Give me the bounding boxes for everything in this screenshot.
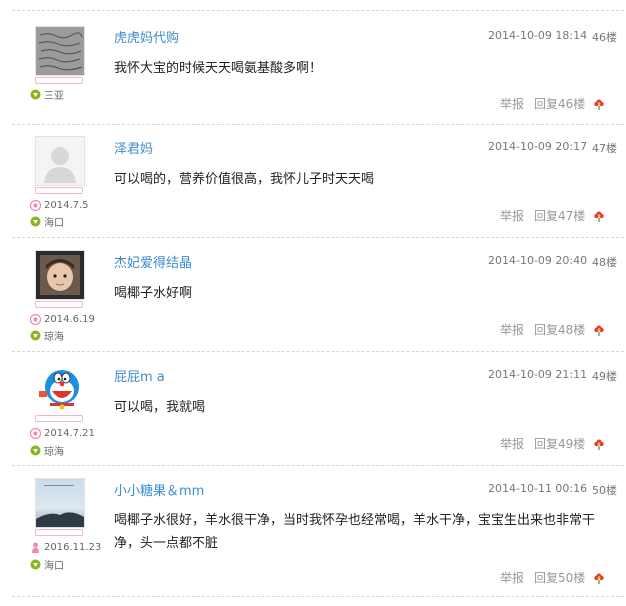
floor-number: 46楼 [592, 31, 617, 44]
due-date-row: 2016.11.23 [30, 542, 101, 553]
floor-number: 49楼 [592, 370, 617, 383]
report-button[interactable]: 举报 [500, 435, 524, 452]
due-date-icon [29, 199, 42, 212]
location-row: 三亚 [30, 87, 64, 102]
report-button[interactable]: 举报 [500, 321, 524, 338]
level-bar [35, 187, 83, 194]
post-actions: 举报 回复46楼 [500, 95, 605, 112]
location-icon [30, 216, 41, 227]
post-timestamp: 2014-10-09 21:11 [488, 368, 588, 381]
location-row: 海口 [30, 214, 64, 229]
flower-icon[interactable] [593, 572, 605, 584]
handwriting-photo-icon [36, 27, 84, 75]
level-bar [35, 415, 83, 422]
location-text: 海口 [44, 218, 64, 229]
level-bar [35, 301, 83, 308]
flower-icon[interactable] [593, 324, 605, 336]
username-link[interactable]: 小小糖果＆mm [114, 480, 204, 499]
post-timestamp: 2014-10-09 20:17 [488, 140, 588, 153]
avatar[interactable] [35, 136, 85, 186]
report-button[interactable]: 举报 [500, 95, 524, 112]
post-actions: 举报 回复47楼 [500, 207, 605, 224]
level-bar [35, 77, 83, 84]
location-row: 海口 [30, 557, 64, 572]
location-row: 琼海 [30, 328, 64, 343]
location-text: 琼海 [44, 447, 64, 458]
sky-landscape-photo-icon [36, 479, 84, 527]
username-link[interactable]: 泽君妈 [114, 138, 153, 157]
location-icon [30, 330, 41, 341]
post-content: 可以喝，我就喝 [114, 400, 206, 415]
flower-icon[interactable] [593, 210, 605, 222]
username-link[interactable]: 杰妃爱得结晶 [114, 252, 192, 271]
post-content: 喝椰子水很好，羊水很干净，当时我怀孕也经常喝，羊水干净，宝宝生出来也非常干净，头… [114, 513, 596, 551]
post-content: 我怀大宝的时候天天喝氨基酸多啊！ [114, 61, 323, 76]
avatar[interactable] [35, 26, 85, 76]
reply-button[interactable]: 回复48楼 [534, 321, 585, 338]
floor-number: 50楼 [592, 484, 617, 497]
due-date-row: 2014.6.19 [29, 313, 95, 326]
location-icon [30, 559, 41, 570]
username-link[interactable]: 虎虎妈代购 [114, 27, 179, 46]
due-date-row: 2014.7.5 [29, 199, 89, 212]
bottom-divider [12, 596, 624, 597]
floor-number: 47楼 [592, 142, 617, 155]
post-content: 可以喝的，营养价值很高，我怀儿子时天天喝 [114, 172, 375, 187]
post-timestamp: 2014-10-09 18:14 [488, 29, 588, 42]
reply-button[interactable]: 回复46楼 [534, 95, 585, 112]
level-bar [35, 529, 83, 536]
avatar[interactable] [35, 478, 85, 528]
reply-button[interactable]: 回复50楼 [534, 569, 585, 586]
location-text: 海口 [44, 561, 64, 572]
default-person-avatar-icon [36, 137, 84, 185]
due-date-text: 2014.6.19 [44, 314, 95, 325]
flower-icon[interactable] [593, 98, 605, 110]
reply-button[interactable]: 回复49楼 [534, 435, 585, 452]
due-date-row: 2014.7.21 [29, 427, 95, 440]
location-text: 三亚 [44, 91, 64, 102]
due-date-icon [29, 427, 42, 440]
reply-button[interactable]: 回复47楼 [534, 207, 585, 224]
location-icon [30, 445, 41, 456]
username-link[interactable]: 屁屁m a [114, 366, 165, 385]
avatar[interactable] [35, 250, 85, 300]
post-timestamp: 2014-10-09 20:40 [488, 254, 588, 267]
baby-icon [30, 542, 41, 553]
post-content: 喝椰子水好啊 [114, 286, 193, 301]
due-date-icon [29, 313, 42, 326]
post-timestamp: 2014-10-11 00:16 [488, 482, 588, 495]
due-date-text: 2014.7.21 [44, 428, 95, 439]
due-date-text: 2016.11.23 [44, 542, 102, 553]
location-text: 琼海 [44, 332, 64, 343]
doraemon-avatar-icon [36, 365, 84, 413]
avatar[interactable] [35, 364, 85, 414]
location-icon [30, 89, 41, 100]
floor-number: 48楼 [592, 256, 617, 269]
baby-photo-icon [36, 251, 84, 299]
due-date-text: 2014.7.5 [44, 200, 89, 211]
post-actions: 举报 回复49楼 [500, 435, 605, 452]
flower-icon[interactable] [593, 438, 605, 450]
report-button[interactable]: 举报 [500, 207, 524, 224]
post-actions: 举报 回复48楼 [500, 321, 605, 338]
post-actions: 举报 回复50楼 [500, 569, 605, 586]
location-row: 琼海 [30, 443, 64, 458]
report-button[interactable]: 举报 [500, 569, 524, 586]
